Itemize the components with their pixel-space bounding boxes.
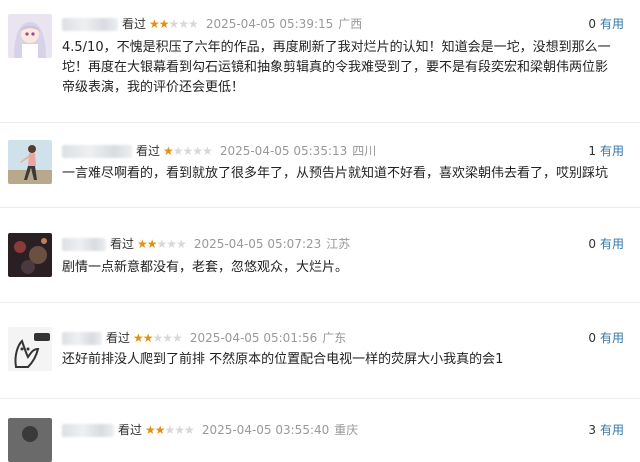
stars-filled: ★★ xyxy=(133,331,153,345)
useful-button[interactable]: 有用 xyxy=(600,17,624,31)
rating-stars: ★★★★★ xyxy=(145,423,195,437)
useful-button[interactable]: 有用 xyxy=(600,237,624,251)
review-meta: 看过 ★★★★★ 2025-04-05 05:07:23 江苏 xyxy=(62,234,355,254)
username-redacted[interactable] xyxy=(62,18,118,31)
vote-count: 0 xyxy=(588,331,596,345)
review-time: 2025-04-05 05:35:13 xyxy=(219,144,348,158)
review-content: 4.5/10，不愧是积压了六年的作品，再度刷新了我对烂片的认知！知道会是一坨，没… xyxy=(62,40,611,95)
watched-label: 看过 xyxy=(136,144,161,158)
rating-stars: ★★★★★ xyxy=(149,17,199,31)
stars-empty: ★★★ xyxy=(156,237,187,251)
review-content: 剧情一点新意都没有，老套，忽悠观众，大烂片。 xyxy=(62,260,349,275)
review-location: 四川 xyxy=(352,144,377,158)
useful-vote: 0 有用 xyxy=(588,14,624,34)
review-time: 2025-04-05 03:55:40 xyxy=(201,423,330,437)
avatar[interactable] xyxy=(8,327,52,371)
review-time: 2025-04-05 05:01:56 xyxy=(189,331,318,345)
username-redacted[interactable] xyxy=(62,424,114,437)
username-redacted[interactable] xyxy=(62,332,102,345)
review-meta: 看过 ★★★★★ 2025-04-05 05:35:13 四川 xyxy=(62,141,381,161)
useful-button[interactable]: 有用 xyxy=(600,144,624,158)
review-meta: 看过 ★★★★★ 2025-04-05 05:39:15 广西 xyxy=(62,14,367,34)
watched-label: 看过 xyxy=(122,17,147,31)
username-redacted[interactable] xyxy=(62,238,106,251)
stars-empty: ★★★ xyxy=(152,331,183,345)
rating-stars: ★★★★★ xyxy=(137,237,187,251)
review-location: 重庆 xyxy=(334,423,359,437)
stars-empty: ★★★ xyxy=(168,17,199,31)
rating-stars: ★★★★★ xyxy=(133,331,183,345)
review-meta: 看过 ★★★★★ 2025-04-05 05:01:56 广东 xyxy=(62,328,351,348)
stars-empty: ★★★★ xyxy=(172,144,213,158)
review-location: 广西 xyxy=(338,17,363,31)
divider xyxy=(0,302,640,303)
useful-vote: 3 有用 xyxy=(588,420,624,440)
watched-label: 看过 xyxy=(118,423,143,437)
avatar[interactable] xyxy=(8,418,52,462)
stars-filled: ★★ xyxy=(137,237,157,251)
watched-label: 看过 xyxy=(106,331,131,345)
vote-count: 0 xyxy=(588,237,596,251)
stars-filled: ★★ xyxy=(149,17,169,31)
stars-empty: ★★★ xyxy=(164,423,195,437)
username-redacted[interactable] xyxy=(62,145,132,158)
useful-vote: 0 有用 xyxy=(588,234,624,254)
useful-button[interactable]: 有用 xyxy=(600,331,624,345)
review-location: 江苏 xyxy=(326,237,351,251)
stars-filled: ★★ xyxy=(145,423,165,437)
rating-stars: ★★★★★ xyxy=(163,144,213,158)
divider xyxy=(0,122,640,123)
watched-label: 看过 xyxy=(110,237,135,251)
vote-count: 1 xyxy=(588,144,596,158)
avatar[interactable] xyxy=(8,233,52,277)
vote-count: 3 xyxy=(588,423,596,437)
useful-vote: 1 有用 xyxy=(588,141,624,161)
useful-vote: 0 有用 xyxy=(588,328,624,348)
review-content: 还好前排没人爬到了前排 不然原本的位置配合电视一样的荧屏大小我真的会1 xyxy=(62,352,504,367)
divider xyxy=(0,207,640,208)
stars-filled: ★ xyxy=(163,144,174,158)
avatar[interactable] xyxy=(8,140,52,184)
vote-count: 0 xyxy=(588,17,596,31)
review-content: 一言难尽啊看的，看到就放了很多年了，从预告片就知道不好看，喜欢梁朝伟去看了，哎别… xyxy=(62,166,609,181)
avatar[interactable] xyxy=(8,14,52,58)
review-time: 2025-04-05 05:39:15 xyxy=(205,17,334,31)
divider xyxy=(0,398,640,399)
useful-button[interactable]: 有用 xyxy=(600,423,624,437)
review-location: 广东 xyxy=(322,331,347,345)
review-meta: 看过 ★★★★★ 2025-04-05 03:55:40 重庆 xyxy=(62,420,363,440)
review-time: 2025-04-05 05:07:23 xyxy=(193,237,322,251)
